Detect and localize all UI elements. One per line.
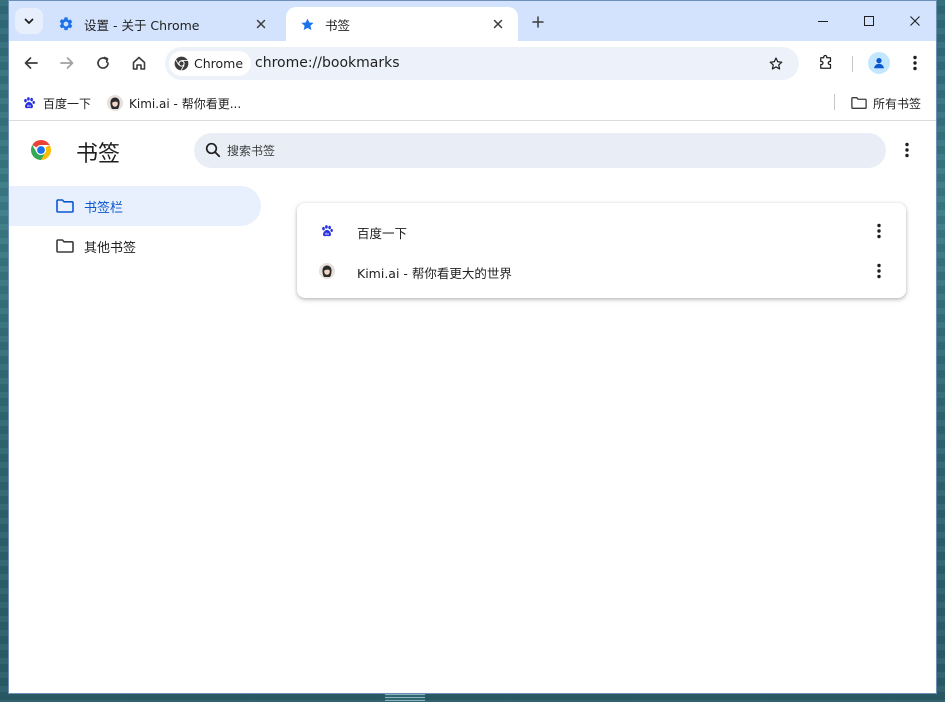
browser-window: 设置 - 关于 Chrome 书签 Chrome chrome://bookma… bbox=[8, 0, 937, 694]
bookmarks-manager-page: 书签 书签栏 其他书签 bbox=[9, 122, 936, 693]
chrome-logo-icon bbox=[31, 140, 51, 160]
maximize-icon bbox=[864, 16, 874, 26]
toolbar-divider bbox=[852, 56, 853, 72]
search-icon bbox=[205, 142, 221, 158]
row-more-button[interactable] bbox=[867, 259, 891, 283]
svg-text:du: du bbox=[325, 232, 329, 236]
reload-icon bbox=[97, 56, 109, 69]
tab-close-button[interactable] bbox=[251, 14, 271, 34]
chevron-down-icon bbox=[24, 18, 34, 24]
home-button[interactable] bbox=[125, 49, 153, 77]
close-icon bbox=[256, 19, 266, 29]
maximize-button[interactable] bbox=[846, 1, 892, 41]
minimize-icon bbox=[818, 21, 828, 22]
tab-bookmarks[interactable]: 书签 bbox=[286, 7, 518, 41]
tab-title: 设置 - 关于 Chrome bbox=[84, 17, 200, 33]
bookmark-kimi[interactable]: Kimi.ai - 帮你看更... bbox=[103, 93, 245, 113]
folder-icon bbox=[56, 237, 74, 255]
address-bar[interactable]: Chrome chrome://bookmarks bbox=[165, 47, 799, 80]
navigation-toolbar: Chrome chrome://bookmarks bbox=[9, 41, 936, 85]
puzzle-icon bbox=[820, 54, 832, 69]
more-vert-icon bbox=[913, 55, 917, 71]
chrome-menu-button[interactable] bbox=[901, 49, 929, 77]
kimi-avatar-icon bbox=[319, 263, 335, 279]
window-close-button[interactable] bbox=[892, 1, 936, 41]
page-title: 书签 bbox=[76, 142, 121, 167]
star-outline-icon bbox=[769, 57, 783, 70]
folder-icon bbox=[56, 197, 74, 215]
chrome-logo-icon bbox=[174, 56, 189, 71]
plus-icon bbox=[532, 16, 544, 28]
desktop-fragment bbox=[385, 694, 425, 702]
baidu-icon: du bbox=[319, 223, 335, 239]
forward-button[interactable] bbox=[53, 49, 81, 77]
more-vert-icon bbox=[905, 142, 909, 158]
search-input[interactable] bbox=[227, 141, 827, 161]
sidebar-item-label: 其他书签 bbox=[84, 240, 137, 256]
bookmark-title: Kimi.ai - 帮你看更大的世界 bbox=[357, 266, 512, 281]
bookmarks-bar-divider bbox=[834, 94, 835, 110]
bookmark-list: du 百度一下 Kimi.ai - 帮你看更大的世界 bbox=[297, 203, 906, 298]
site-chip-label: Chrome bbox=[194, 56, 244, 71]
tab-title: 书签 bbox=[325, 17, 351, 33]
page-menu-button[interactable] bbox=[895, 138, 919, 162]
profile-avatar-button[interactable] bbox=[868, 52, 890, 74]
reload-button[interactable] bbox=[89, 49, 117, 77]
home-icon bbox=[132, 56, 146, 70]
sidebar-item-bookmarks-bar[interactable]: 书签栏 bbox=[9, 186, 261, 226]
all-bookmarks-label: 所有书签 bbox=[873, 96, 922, 111]
bookmark-search-box[interactable] bbox=[194, 133, 886, 168]
minimize-button[interactable] bbox=[800, 1, 846, 41]
star-icon bbox=[299, 16, 315, 32]
extensions-button[interactable] bbox=[812, 49, 840, 77]
bookmark-baidu[interactable]: du 百度一下 bbox=[17, 93, 95, 113]
back-button[interactable] bbox=[17, 49, 45, 77]
arrow-right-icon bbox=[60, 57, 74, 69]
list-item[interactable]: du 百度一下 bbox=[297, 211, 906, 251]
tab-settings-about-chrome[interactable]: 设置 - 关于 Chrome bbox=[45, 7, 281, 41]
title-bar: 设置 - 关于 Chrome 书签 bbox=[9, 1, 936, 41]
all-bookmarks-button[interactable]: 所有书签 bbox=[847, 93, 925, 113]
list-item[interactable]: Kimi.ai - 帮你看更大的世界 bbox=[297, 251, 906, 291]
svg-text:du: du bbox=[27, 104, 31, 108]
site-info-chip[interactable]: Chrome bbox=[169, 51, 252, 76]
more-vert-icon bbox=[877, 223, 881, 239]
close-icon bbox=[910, 16, 920, 26]
bookmark-label: Kimi.ai - 帮你看更... bbox=[129, 96, 242, 111]
kimi-avatar-icon bbox=[107, 95, 123, 111]
sidebar-item-other-bookmarks[interactable]: 其他书签 bbox=[9, 226, 261, 266]
close-icon bbox=[493, 19, 503, 29]
url-text[interactable]: chrome://bookmarks bbox=[255, 55, 399, 71]
tab-search-button[interactable] bbox=[15, 8, 43, 34]
more-vert-icon bbox=[877, 263, 881, 279]
tab-close-button[interactable] bbox=[488, 14, 508, 34]
row-more-button[interactable] bbox=[867, 219, 891, 243]
bookmark-title: 百度一下 bbox=[357, 226, 408, 241]
new-tab-button[interactable] bbox=[526, 10, 550, 34]
folder-icon bbox=[851, 95, 867, 111]
bookmark-label: 百度一下 bbox=[43, 96, 92, 111]
sidebar-item-label: 书签栏 bbox=[84, 200, 124, 216]
bookmark-star-button[interactable] bbox=[765, 53, 787, 75]
arrow-left-icon bbox=[24, 57, 38, 69]
baidu-icon: du bbox=[21, 95, 37, 111]
bookmarks-bar: du 百度一下 Kimi.ai - 帮你看更... 所有书签 bbox=[9, 85, 936, 121]
person-icon bbox=[874, 58, 884, 69]
settings-gear-icon bbox=[58, 16, 74, 32]
